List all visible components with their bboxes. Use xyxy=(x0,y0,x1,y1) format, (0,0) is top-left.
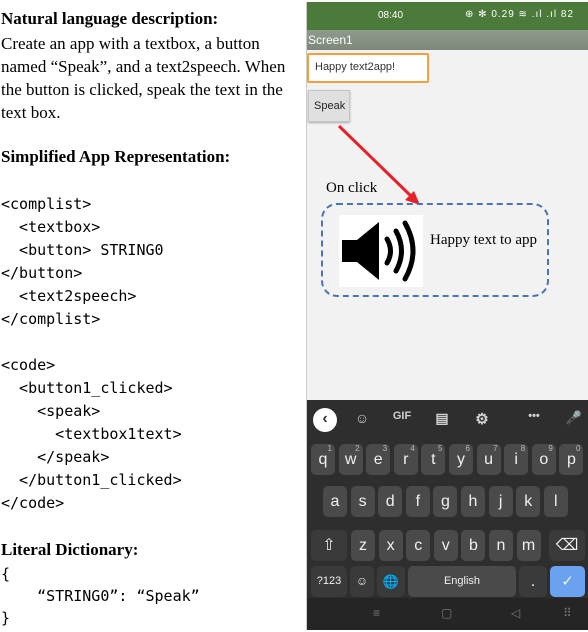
complist-line: <text2speech> xyxy=(1,287,137,305)
complist-line: <textbox> xyxy=(1,218,101,236)
key-x[interactable]: x xyxy=(378,530,403,561)
screen-title: Screen1 xyxy=(308,33,353,47)
heading-literal-dictionary: Literal Dictionary: xyxy=(1,540,139,559)
clipboard-icon[interactable]: ▤ xyxy=(431,410,453,430)
key-a[interactable]: a xyxy=(323,486,347,517)
key-j[interactable]: j xyxy=(488,486,513,517)
status-icons: ⊕ ✻ 0.29 ≋ .ıl .ıl 82 xyxy=(465,9,574,20)
microphone-icon[interactable]: 🎤 xyxy=(563,410,585,430)
key-k[interactable]: k xyxy=(516,486,541,517)
key-number-hint: 4 xyxy=(410,444,415,453)
code-line: </code> xyxy=(1,494,65,512)
complist-line: </complist> xyxy=(1,310,101,328)
key-e[interactable]: e3 xyxy=(366,444,391,475)
dict-line: } xyxy=(1,609,11,627)
home-icon[interactable]: ▢ xyxy=(441,606,452,620)
shift-key[interactable]: ⇧ xyxy=(311,530,347,561)
code-line: <speak> xyxy=(1,402,101,420)
text-input-value: Happy text2app! xyxy=(315,61,396,73)
key-z[interactable]: z xyxy=(351,530,375,561)
key-q[interactable]: q1 xyxy=(311,444,335,475)
dict-line: “STRING0”: “Speak” xyxy=(1,587,200,605)
key-m[interactable]: m xyxy=(516,530,541,561)
key-d[interactable]: d xyxy=(378,486,403,517)
key-t[interactable]: t5 xyxy=(421,444,446,475)
back-icon[interactable]: ◁ xyxy=(511,606,520,620)
key-n[interactable]: n xyxy=(489,530,513,561)
key-u[interactable]: u7 xyxy=(476,444,501,475)
complist-line: <complist> xyxy=(1,195,92,213)
code-line: </speak> xyxy=(1,448,110,466)
period-key[interactable]: . xyxy=(519,566,547,597)
complist-line: <button> STRING0 xyxy=(1,241,164,259)
key-c[interactable]: c xyxy=(406,530,431,561)
key-number-hint: 7 xyxy=(493,444,498,453)
heading-simplified-app: Simplified App Representation: xyxy=(1,147,231,166)
sticker-icon[interactable]: ☺ xyxy=(351,410,373,430)
emoji-key[interactable]: ☺ xyxy=(350,566,374,597)
key-i[interactable]: i8 xyxy=(504,444,529,475)
dict-line: { xyxy=(1,565,11,583)
code-line: <button1_clicked> xyxy=(1,379,173,397)
key-p[interactable]: p0 xyxy=(559,444,584,475)
status-bar: 08:40 ⊕ ✻ 0.29 ≋ .ıl .ıl 82 xyxy=(307,2,588,30)
key-w[interactable]: w2 xyxy=(338,444,363,475)
text-input[interactable]: Happy text2app! xyxy=(307,53,429,83)
key-f[interactable]: f xyxy=(405,486,430,517)
key-number-hint: 5 xyxy=(437,444,443,453)
keyboard: ‹ ☺ GIF ▤ ⚙ ••• 🎤 q1w2e3r4t5y6u7i8o9p0 a… xyxy=(307,400,588,630)
space-key[interactable]: English xyxy=(408,566,516,597)
globe-icon[interactable]: 🌐 xyxy=(377,566,405,597)
phone-screen: 08:40 ⊕ ✻ 0.29 ≋ .ıl .ıl 82 Screen1 Happ… xyxy=(306,2,588,630)
on-click-label: On click xyxy=(326,180,378,196)
key-number-hint: 3 xyxy=(382,444,388,453)
key-g[interactable]: g xyxy=(433,486,458,517)
nl-description: Create an app with a textbox, a button n… xyxy=(1,34,286,122)
enter-key[interactable]: ✓ xyxy=(550,566,585,597)
key-number-hint: 9 xyxy=(548,444,553,453)
key-r[interactable]: r4 xyxy=(393,444,418,475)
clock: 08:40 xyxy=(378,10,404,21)
key-number-hint: 2 xyxy=(355,444,360,453)
key-number-hint: 0 xyxy=(575,444,581,453)
more-icon[interactable]: ••• xyxy=(521,410,547,430)
speak-button-label: Speak xyxy=(314,100,346,112)
complist-line: </button> xyxy=(1,264,83,282)
key-l[interactable]: l xyxy=(543,486,568,517)
keyboard-switch-icon[interactable]: ⠿ xyxy=(563,606,572,620)
backspace-key[interactable]: ⌫ xyxy=(549,530,585,561)
title-bar: Screen1 xyxy=(307,30,588,50)
key-number-hint: 6 xyxy=(465,444,470,453)
key-number-hint: 1 xyxy=(327,444,332,453)
gif-button[interactable]: GIF xyxy=(389,410,415,430)
key-y[interactable]: y6 xyxy=(449,444,473,475)
symbols-key[interactable]: ?123 xyxy=(311,566,347,597)
nav-bar: ≡ ▢ ◁ ⠿ xyxy=(307,598,588,630)
gear-icon[interactable]: ⚙ xyxy=(471,410,493,430)
code-line: <textbox1text> xyxy=(1,425,182,443)
key-b[interactable]: b xyxy=(461,530,486,561)
key-v[interactable]: v xyxy=(433,530,458,561)
key-number-hint: 8 xyxy=(520,444,526,453)
menu-icon[interactable]: ≡ xyxy=(373,606,380,620)
key-o[interactable]: o9 xyxy=(531,444,556,475)
spoken-text: Happy text to app xyxy=(430,232,538,248)
code-line: <code> xyxy=(1,356,56,374)
key-h[interactable]: h xyxy=(461,486,485,517)
key-s[interactable]: s xyxy=(350,486,375,517)
back-chevron-icon[interactable]: ‹ xyxy=(313,408,337,432)
code-line: </button1_clicked> xyxy=(1,471,182,489)
keyboard-toolbar: ‹ ☺ GIF ▤ ⚙ ••• 🎤 xyxy=(307,400,588,440)
heading-natural-language: Natural language description: xyxy=(1,9,219,28)
speaker-icon xyxy=(339,215,423,287)
